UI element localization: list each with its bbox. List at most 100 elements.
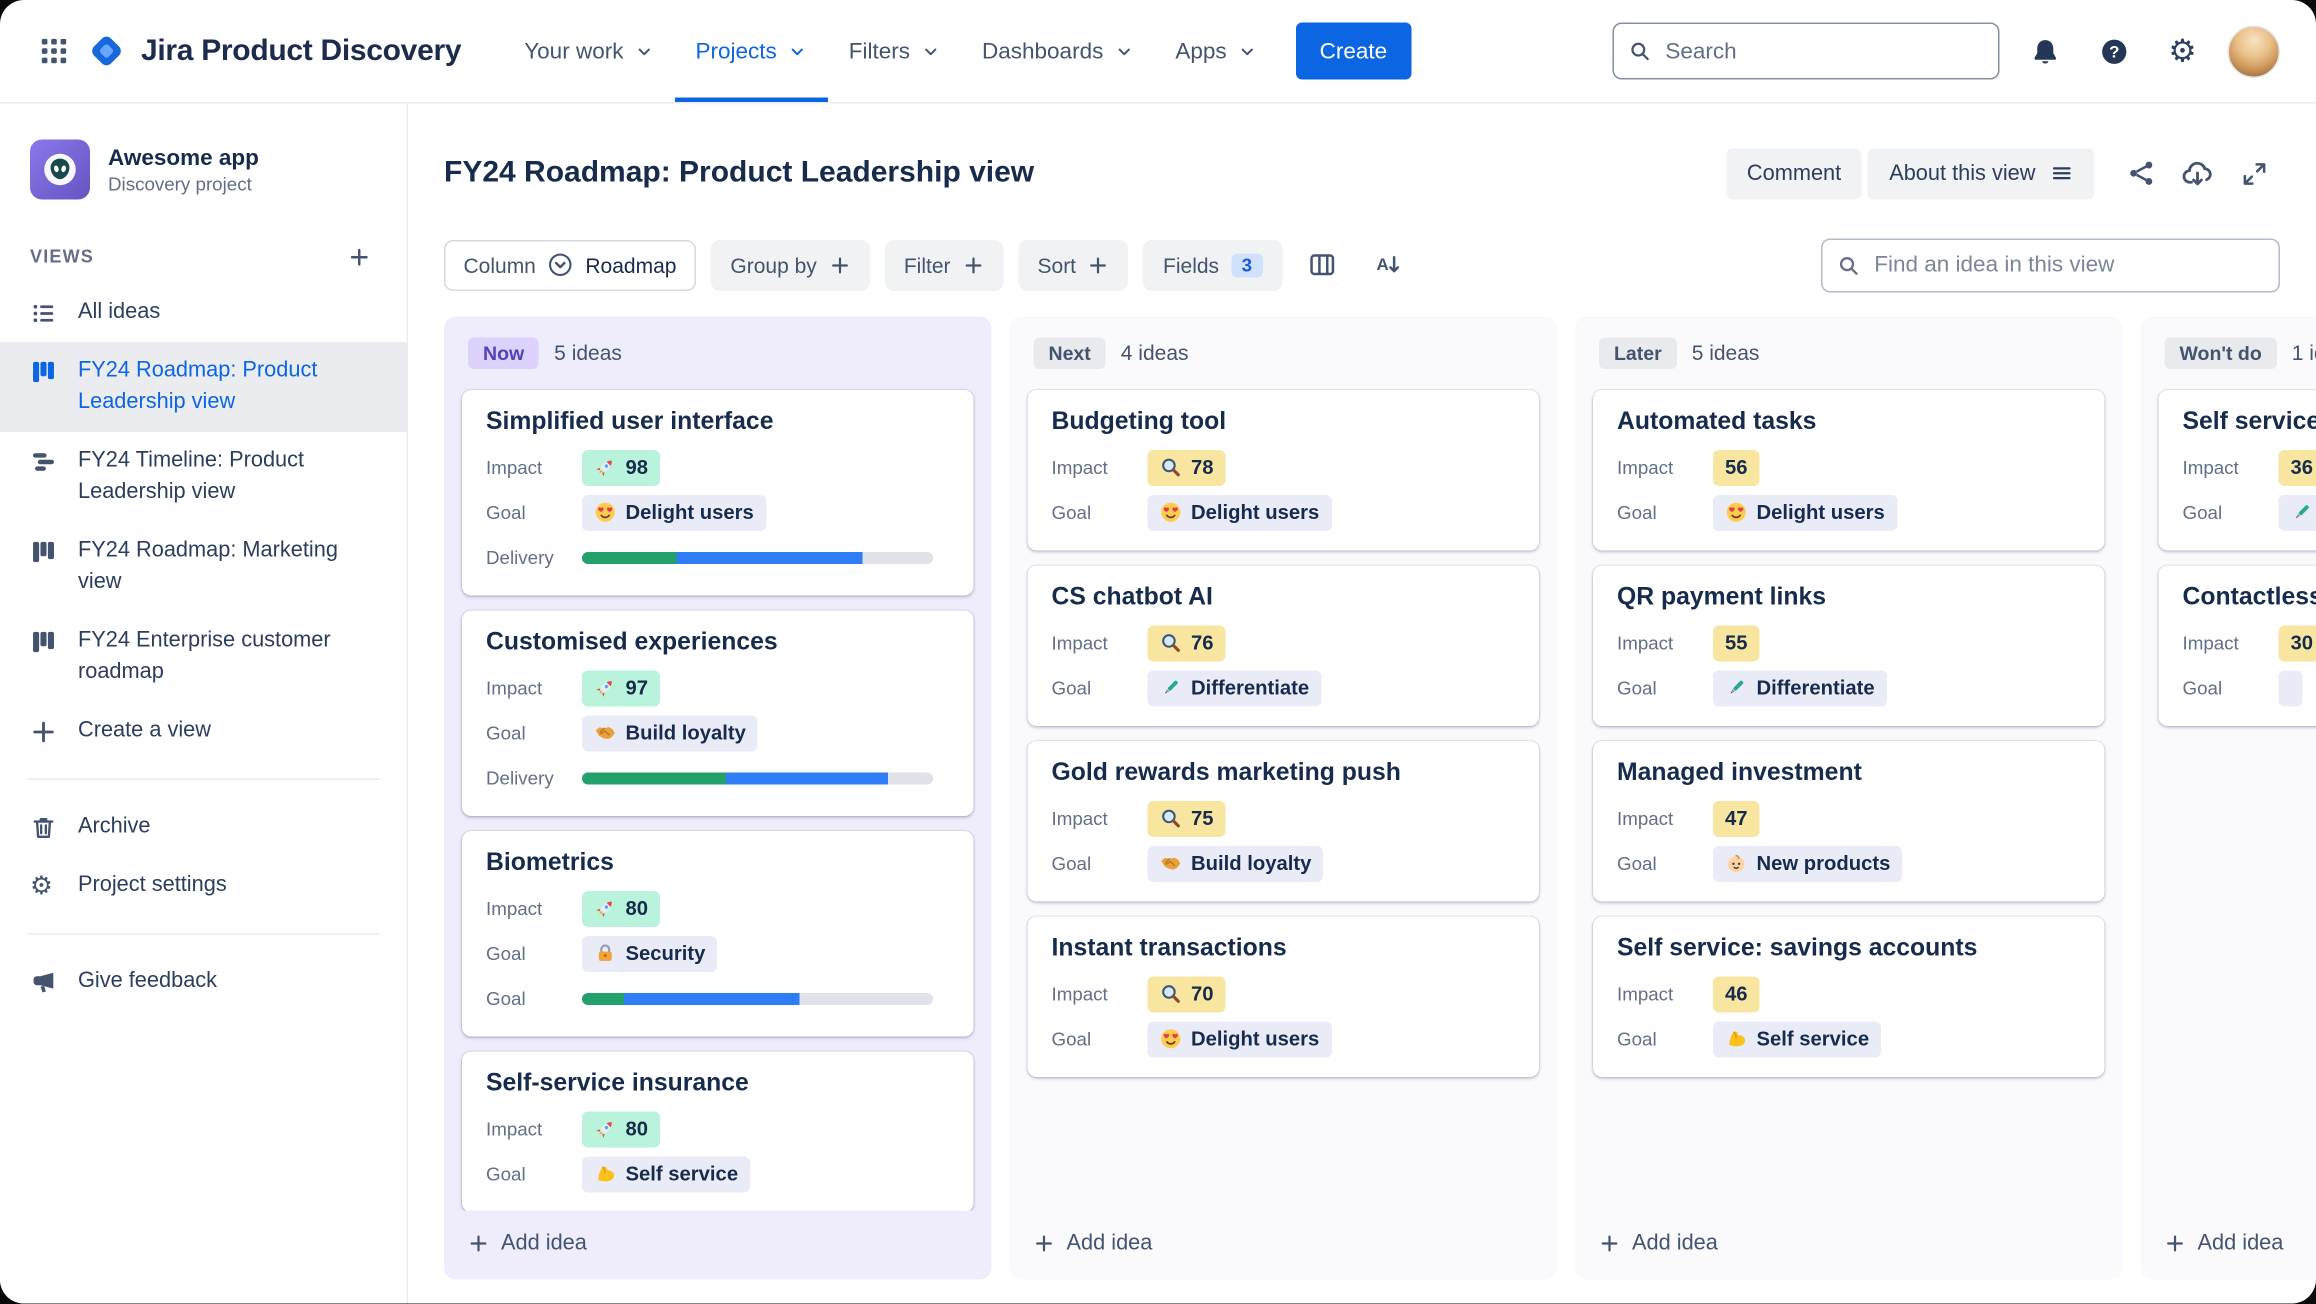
heart-eyes-icon [1160,1028,1183,1051]
create-a-view-button[interactable]: Create a view [0,702,407,761]
global-search [1612,22,2000,80]
goal-chip[interactable] [2278,494,2316,531]
about-this-view-button[interactable]: About this view [1868,148,2094,200]
impact-chip[interactable]: 55 [1713,625,1760,662]
goal-chip[interactable]: Security [582,935,718,972]
impact-chip[interactable]: 46 [1713,976,1760,1013]
add-idea-button[interactable]: Add idea [2141,1211,2316,1280]
goal-chip[interactable]: Differentiate [1713,670,1887,707]
idea-card[interactable]: Gold rewards marketing push Impact 75 Go… [1027,740,1539,902]
idea-title: Self service: savings accounts [1617,934,1978,962]
display-settings-icon[interactable] [1297,240,1348,291]
sidebar-item-fy24-roadmap-marketing[interactable]: FY24 Roadmap: Marketing view [0,522,407,612]
settings-gear-icon[interactable]: ⚙ [2159,27,2207,75]
goal-value: Self service [625,1162,739,1186]
impact-chip[interactable]: 56 [1713,449,1760,486]
field-label: Impact [1617,632,1674,654]
nav-filters[interactable]: Filters [828,0,961,102]
notification-bell-icon[interactable] [2021,27,2069,75]
add-idea-button[interactable]: Add idea [1575,1211,2123,1280]
goal-chip[interactable]: Delight users [1147,494,1332,531]
delivery-progress-bar [582,551,933,564]
idea-card[interactable]: Biometrics Impact 80 Goal Security Goal [462,830,974,1037]
plus-icon [468,1233,489,1254]
find-idea-input[interactable] [1871,250,2264,280]
share-icon[interactable] [2115,148,2166,199]
idea-card[interactable]: Self-service insurance Impact 80 Goal Se… [462,1051,974,1211]
give-feedback-button[interactable]: Give feedback [0,953,407,1012]
sidebar-item-project-settings[interactable]: ⚙ Project settings [0,857,407,916]
nav-dashboards[interactable]: Dashboards [961,0,1154,102]
nav-projects[interactable]: Projects [674,0,827,102]
sidebar-item-archive[interactable]: Archive [0,798,407,857]
app-grid-icon[interactable] [30,27,78,75]
impact-chip[interactable]: 80 [582,890,661,927]
idea-card[interactable]: Budgeting tool Impact 78 Goal Delight us… [1027,389,1539,551]
idea-title: Gold rewards marketing push [1051,758,1401,786]
comment-button[interactable]: Comment [1725,148,1863,200]
filter-button[interactable]: Filter [884,239,1004,291]
impact-chip[interactable]: 75 [1147,800,1226,837]
export-cloud-icon[interactable] [2172,148,2223,199]
goal-chip[interactable]: Self service [582,1156,751,1193]
sort-button[interactable]: Sort [1018,239,1129,291]
idea-card[interactable]: Self service: savings accounts Impact 46… [1593,916,2105,1077]
add-view-icon[interactable] [341,239,377,275]
impact-chip[interactable]: 80 [582,1111,661,1148]
add-idea-button[interactable]: Add idea [1010,1211,1558,1280]
field-label: Impact [1617,983,1674,1005]
goal-chip[interactable]: Delight users [1713,494,1897,531]
impact-chip[interactable]: 30 [2278,625,2316,662]
magnifier-icon [1160,456,1183,479]
nav-your-work[interactable]: Your work [503,0,674,102]
column-view-selector[interactable]: Column Roadmap [444,239,696,291]
impact-chip[interactable]: 78 [1147,449,1226,486]
screen: ? A Jira Product Discovery Your work Pro… [0,0,2316,1304]
impact-chip[interactable]: 36 [2278,449,2316,486]
sort-alpha-icon[interactable] [1363,240,1414,291]
brand[interactable]: Jira Product Discovery [87,32,462,71]
global-search-input[interactable] [1662,36,1983,66]
impact-chip[interactable]: 70 [1147,976,1226,1013]
idea-card[interactable]: CS chatbot AI Impact 76 Goal Differentia… [1027,565,1539,726]
sidebar-item-fy24-enterprise-roadmap[interactable]: FY24 Enterprise customer roadmap [0,612,407,702]
sidebar-item-label: Project settings [78,873,227,898]
field-label: Goal [1617,1028,1657,1050]
board-view-icon [30,359,57,386]
idea-card[interactable]: Automated tasks Impact 56 Goal Delight u… [1593,389,2105,551]
idea-card[interactable]: Contactless Impact 30 Goal [2158,565,2316,726]
impact-chip[interactable]: 47 [1713,800,1760,837]
add-idea-button[interactable]: Add idea [444,1211,992,1280]
impact-chip[interactable]: 97 [582,670,661,707]
goal-chip[interactable]: Build loyalty [1147,845,1324,882]
goal-chip[interactable]: Delight users [1147,1021,1332,1058]
impact-chip[interactable]: 98 [582,449,661,486]
fullscreen-icon[interactable] [2229,148,2280,199]
goal-chip[interactable] [2278,670,2303,707]
create-button[interactable]: Create [1295,22,1412,80]
goal-value: Delight users [1191,1027,1320,1051]
idea-card[interactable]: QR payment links Impact 55 Goal Differen… [1593,565,2105,726]
idea-card[interactable]: Managed investment Impact 47 Goal New pr… [1593,740,2105,902]
goal-chip[interactable]: Build loyalty [582,715,758,752]
idea-card[interactable]: Simplified user interface Impact 98 Goal… [462,389,974,596]
help-icon[interactable] [2090,27,2138,75]
field-label: Goal [486,1163,526,1185]
goal-chip[interactable]: Self service [1713,1021,1882,1058]
fields-button[interactable]: Fields 3 [1143,239,1283,291]
goal-chip[interactable]: Delight users [582,494,766,531]
sidebar-item-all-ideas[interactable]: All ideas [0,284,407,343]
idea-card[interactable]: Customised experiences Impact 97 Goal Bu… [462,610,974,816]
status-badge: Later [1599,337,1677,369]
project-header[interactable]: Awesome app Discovery project [0,134,407,221]
idea-card[interactable]: Self service: Impact 36 Goal [2158,389,2316,551]
user-avatar[interactable] [2227,24,2280,78]
idea-card[interactable]: Instant transactions Impact 70 Goal Deli… [1027,916,1539,1077]
sidebar-item-fy24-timeline-product-leadership[interactable]: FY24 Timeline: Product Leadership view [0,432,407,522]
sidebar-item-fy24-roadmap-product-leadership[interactable]: FY24 Roadmap: Product Leadership view [0,342,407,433]
goal-chip[interactable]: Differentiate [1147,670,1322,707]
impact-chip[interactable]: 76 [1147,625,1226,662]
goal-chip[interactable]: New products [1713,845,1903,882]
group-by-button[interactable]: Group by [710,239,870,291]
nav-apps[interactable]: Apps [1154,0,1277,102]
